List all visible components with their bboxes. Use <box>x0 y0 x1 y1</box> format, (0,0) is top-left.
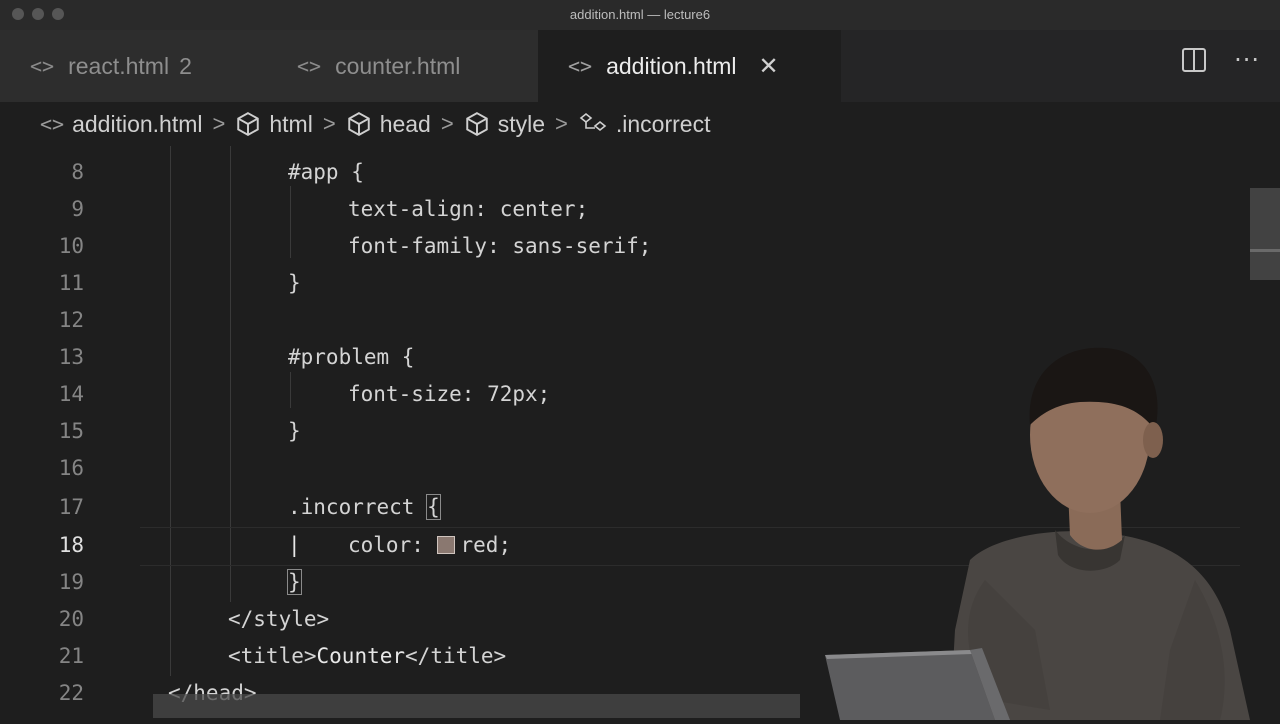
code-text: text-align: center; <box>348 197 589 221</box>
chevron-right-icon: > <box>322 111 336 136</box>
close-tab-icon[interactable]: ✕ <box>759 52 779 81</box>
code-text: } <box>288 419 301 443</box>
tab-label: addition.html <box>606 52 737 79</box>
breadcrumb: <> addition.html > html > head > style >… <box>40 106 710 142</box>
line-number: 9 <box>71 197 84 221</box>
code-line: 9 text-align: center; <box>0 191 1250 228</box>
breadcrumb-item-file[interactable]: <> addition.html <box>40 111 203 138</box>
code-file-icon: <> <box>30 54 55 78</box>
line-number: 22 <box>58 681 84 705</box>
line-number: 10 <box>58 234 84 258</box>
tab-label: react.html <box>68 52 170 79</box>
code-file-icon: <> <box>568 54 593 78</box>
breadcrumb-item-incorrect[interactable]: .incorrect <box>578 110 711 138</box>
breadcrumb-item-head[interactable]: head <box>346 111 431 138</box>
problem-count-badge: 2 <box>179 52 192 79</box>
cube-icon <box>464 111 490 137</box>
value-text: red; <box>460 533 512 557</box>
scrollbar-position-marker <box>1250 249 1280 252</box>
line-number: 17 <box>58 495 84 519</box>
line-number: 18 <box>58 533 84 557</box>
line-number: 21 <box>58 644 84 668</box>
split-editor-icon[interactable] <box>1182 48 1207 72</box>
line-number: 12 <box>58 308 84 332</box>
code-text: font-size: 72px; <box>348 382 551 406</box>
code-text: <title>Counter</title> <box>228 638 506 675</box>
tag-text: </title> <box>405 644 507 668</box>
vertical-scrollbar[interactable] <box>1250 188 1280 280</box>
tab-counter-html[interactable]: <> counter.html <box>267 30 568 102</box>
cube-icon <box>235 111 261 137</box>
cube-icon <box>346 111 372 137</box>
chevron-right-icon: > <box>555 111 568 136</box>
selector-text: .incorrect <box>288 495 428 519</box>
code-line: 11 } <box>0 265 1250 302</box>
more-actions-icon[interactable]: ··· <box>1234 48 1260 72</box>
line-number: 19 <box>58 570 84 594</box>
bracket-match: { <box>426 494 441 520</box>
presenter-video-overlay <box>820 330 1280 720</box>
code-text: } <box>287 564 302 601</box>
line-number: 13 <box>58 345 84 369</box>
window-titlebar: addition.html — lecture6 <box>0 0 1280 31</box>
breadcrumb-label: .incorrect <box>615 110 711 137</box>
property-text: color: <box>348 533 437 557</box>
breadcrumb-label: head <box>379 110 431 137</box>
breadcrumb-item-style[interactable]: style <box>464 111 545 138</box>
code-text: </style> <box>228 607 330 631</box>
code-file-icon: <> <box>297 54 322 78</box>
code-text: #problem { <box>288 345 415 369</box>
code-text: #app { <box>288 160 364 184</box>
chevron-right-icon: > <box>440 111 454 136</box>
code-line: 8 #app { <box>0 154 1250 191</box>
horizontal-scrollbar[interactable] <box>153 694 800 718</box>
window-title: addition.html — lecture6 <box>569 7 711 22</box>
bracket-match: } <box>287 569 302 595</box>
code-line: 10 font-family: sans-serif; <box>0 228 1250 265</box>
breadcrumb-label: html <box>269 110 313 137</box>
line-number: 16 <box>58 456 84 480</box>
line-number: 15 <box>58 419 84 443</box>
tab-label: counter.html <box>335 52 461 79</box>
editor-actions: ··· <box>1182 48 1260 72</box>
code-text: font-family: sans-serif; <box>348 234 652 258</box>
line-number: 20 <box>58 607 84 631</box>
breadcrumb-label: style <box>497 110 546 137</box>
file-code-icon: <> <box>40 112 65 136</box>
line-number: 14 <box>58 382 84 406</box>
tab-react-html[interactable]: <> react.html 2 <box>0 30 297 102</box>
code-text: color: red; <box>348 527 511 564</box>
color-swatch[interactable] <box>436 536 455 554</box>
tab-addition-html[interactable]: <> addition.html ✕ <box>538 30 841 102</box>
code-text: } <box>288 271 301 295</box>
tag-text: <title> <box>228 644 317 668</box>
title-text: Counter <box>316 644 406 668</box>
code-text: .incorrect { <box>288 489 441 526</box>
breadcrumb-label: addition.html <box>72 110 203 137</box>
tab-bar: <> react.html 2 <> counter.html <> addit… <box>0 30 1280 102</box>
text-cursor: | <box>288 533 301 557</box>
line-number: 11 <box>58 271 84 295</box>
breadcrumb-item-html[interactable]: html <box>235 110 313 138</box>
class-symbol-icon <box>578 111 608 137</box>
chevron-right-icon: > <box>212 111 226 136</box>
line-number: 8 <box>71 160 84 184</box>
